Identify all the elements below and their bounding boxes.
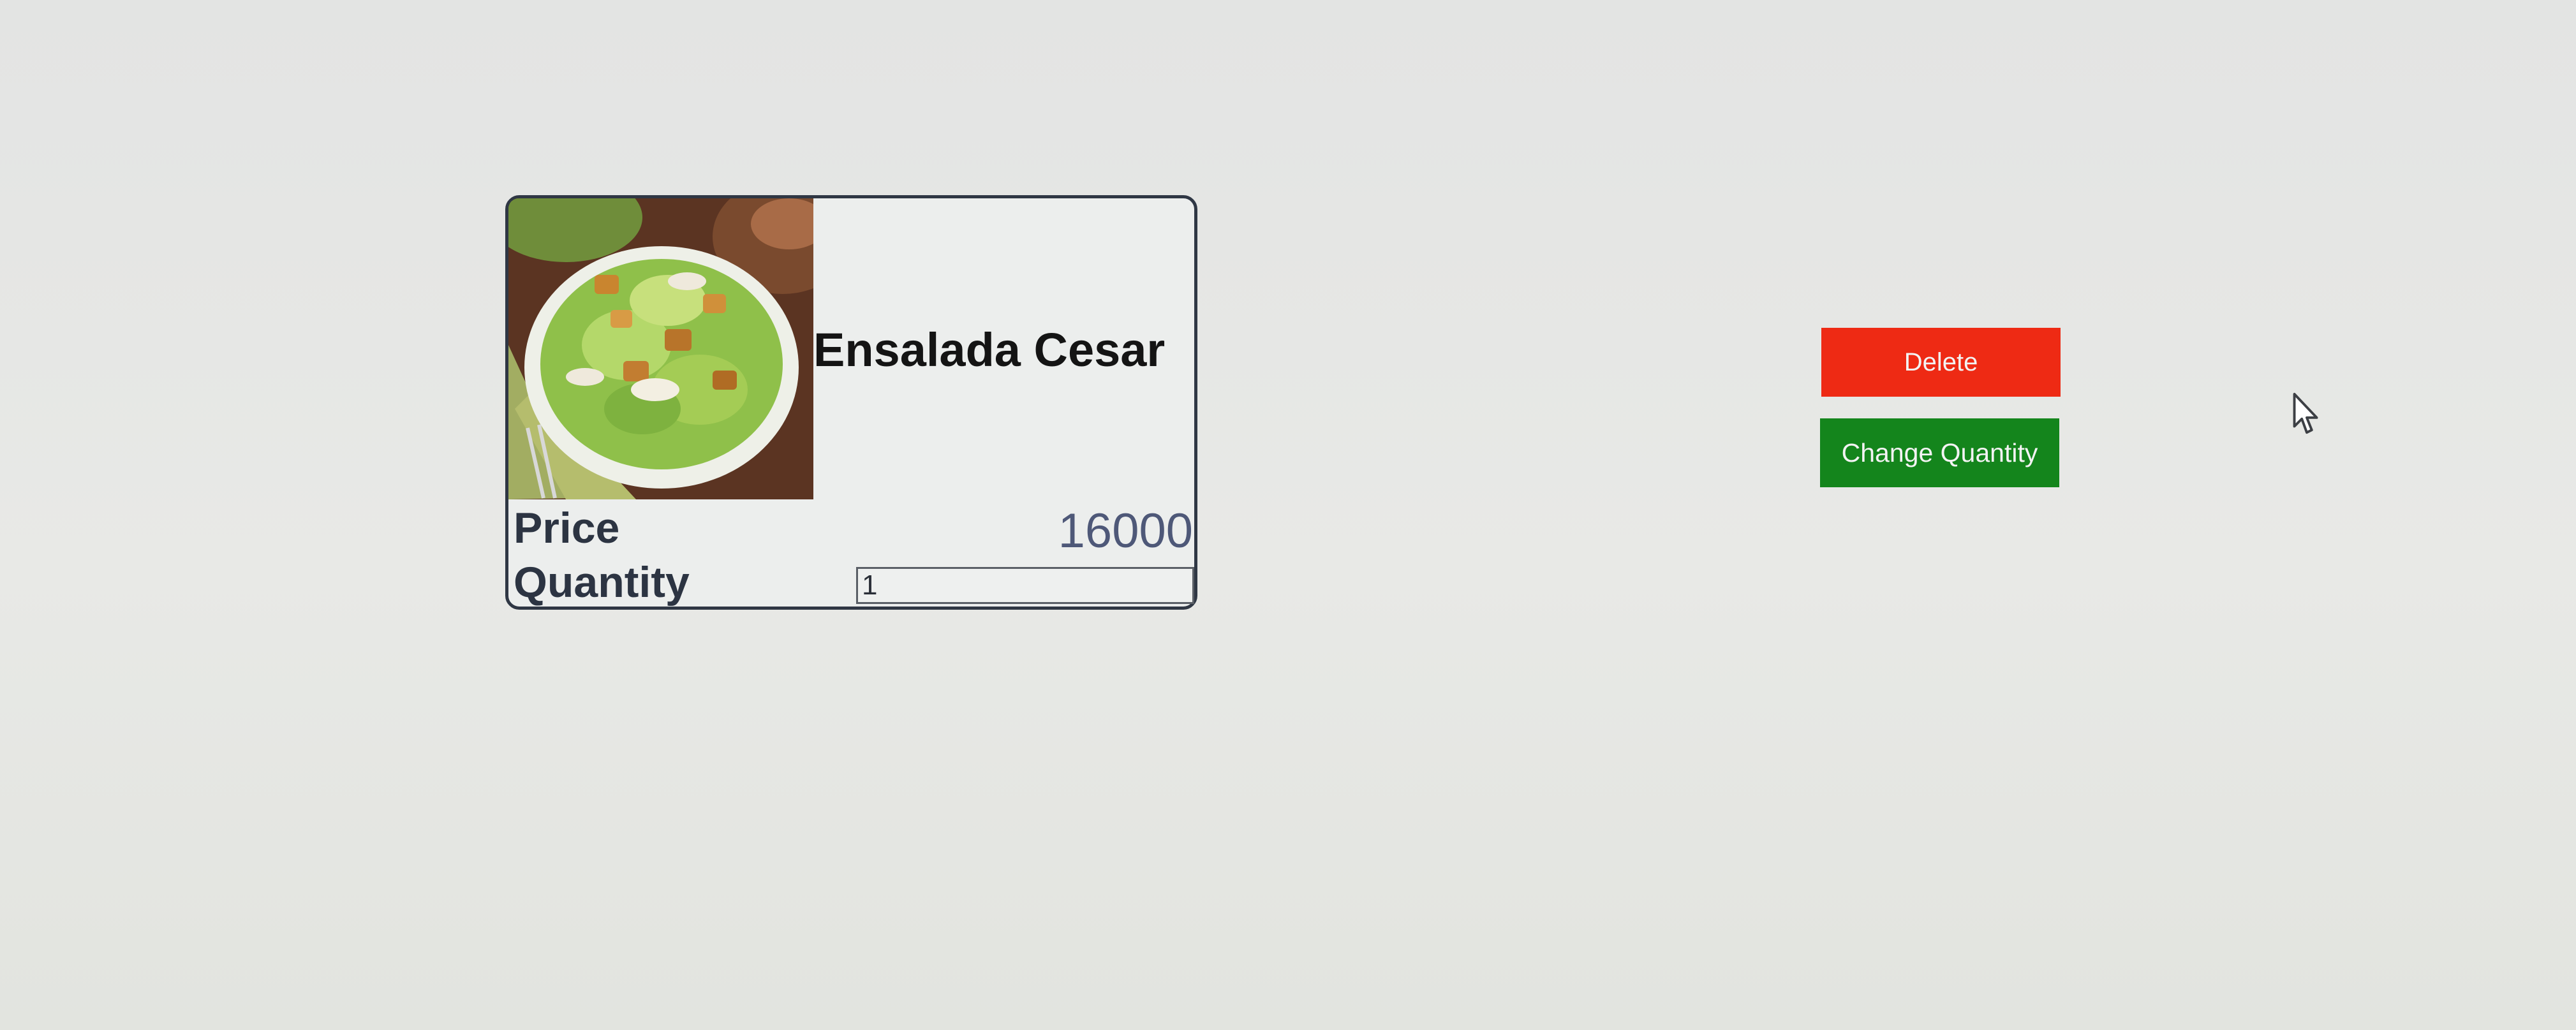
change-quantity-button[interactable]: Change Quantity — [1820, 418, 2059, 487]
dish-photo — [508, 198, 813, 499]
mouse-pointer-icon — [2293, 392, 2318, 434]
dish-name: Ensalada Cesar — [813, 323, 1166, 376]
salad-photo-image — [508, 198, 813, 499]
screen: Ensalada Cesar Price 16000 Quantity Dele… — [0, 0, 2576, 1030]
delete-button[interactable]: Delete — [1821, 328, 2061, 397]
price-label: Price — [514, 504, 620, 552]
quantity-label: Quantity — [514, 558, 690, 607]
cart-item-card: Ensalada Cesar Price 16000 Quantity — [505, 195, 1197, 610]
price-value: 16000 — [1058, 504, 1193, 558]
quantity-input[interactable] — [856, 567, 1194, 604]
